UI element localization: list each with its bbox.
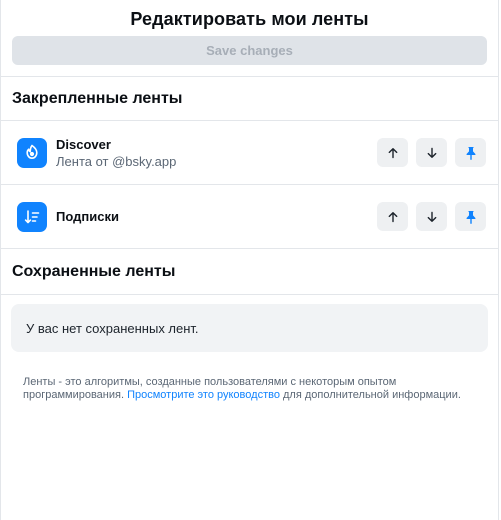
feed-name: Discover — [56, 136, 111, 152]
feed-text: Подписки — [56, 209, 377, 224]
move-up-button[interactable] — [377, 138, 408, 167]
move-down-button[interactable] — [416, 138, 447, 167]
sort-list-icon — [17, 201, 47, 232]
saved-feeds-empty-message: У вас нет сохраненных лент. — [11, 304, 488, 352]
header: Редактировать мои ленты Save changes — [1, 0, 498, 77]
info-text-after: для дополнительной информации. — [279, 389, 461, 401]
feed-actions — [377, 202, 486, 231]
arrow-down-icon — [427, 211, 436, 222]
unpin-button[interactable] — [455, 202, 486, 231]
saved-feeds-heading: Сохраненные ленты — [1, 249, 498, 295]
page-title: Редактировать мои ленты — [130, 9, 369, 29]
guide-link[interactable]: Просмотрите это руководство — [127, 389, 280, 401]
feed-name: Подписки — [56, 209, 119, 224]
feeds-info-text: Ленты - это алгоритмы, созданные пользов… — [23, 376, 476, 402]
arrow-down-icon — [427, 147, 436, 158]
move-up-button[interactable] — [377, 202, 408, 231]
pin-icon — [466, 210, 475, 224]
arrow-up-icon — [388, 147, 397, 158]
butterfly-icon — [17, 137, 47, 168]
feed-subtitle: Лента от @bsky.app — [56, 153, 177, 169]
pinned-feeds-heading: Закрепленные ленты — [1, 77, 498, 121]
arrow-up-icon — [388, 211, 397, 222]
feed-text: Discover Лента от @bsky.app — [56, 137, 377, 169]
move-down-button[interactable] — [416, 202, 447, 231]
unpin-button[interactable] — [455, 138, 486, 167]
save-changes-button[interactable]: Save changes — [12, 36, 487, 65]
edit-feeds-panel: Редактировать мои ленты Save changes Зак… — [0, 0, 499, 520]
pinned-feed-following[interactable]: Подписки — [1, 185, 498, 249]
pin-icon — [466, 146, 475, 160]
pinned-feed-discover[interactable]: Discover Лента от @bsky.app — [1, 121, 498, 185]
feed-actions — [377, 138, 486, 167]
